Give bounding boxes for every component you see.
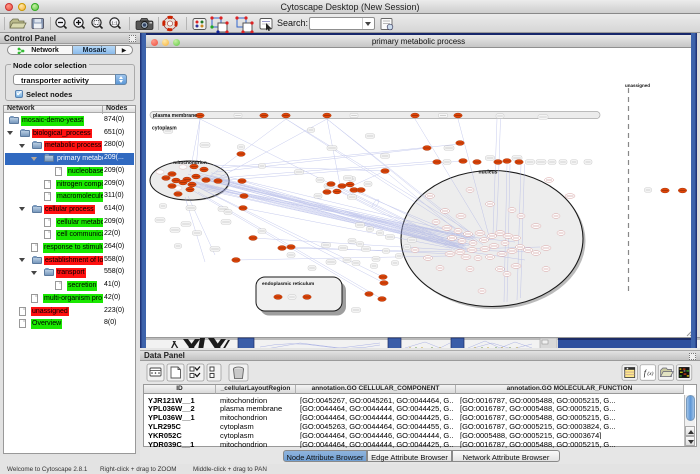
svg-text:plasma membrane: plasma membrane — [153, 113, 197, 119]
svg-text:endoplasmic reticulum: endoplasmic reticulum — [262, 281, 314, 287]
svg-text:(x): (x) — [647, 370, 653, 377]
svg-text:cytoplasm: cytoplasm — [152, 126, 177, 132]
svg-text:nucleus: nucleus — [479, 170, 498, 176]
svg-text:1:1: 1:1 — [111, 21, 118, 26]
svg-text:mitochondrion: mitochondrion — [173, 160, 207, 166]
svg-text:unassigned: unassigned — [625, 83, 650, 88]
